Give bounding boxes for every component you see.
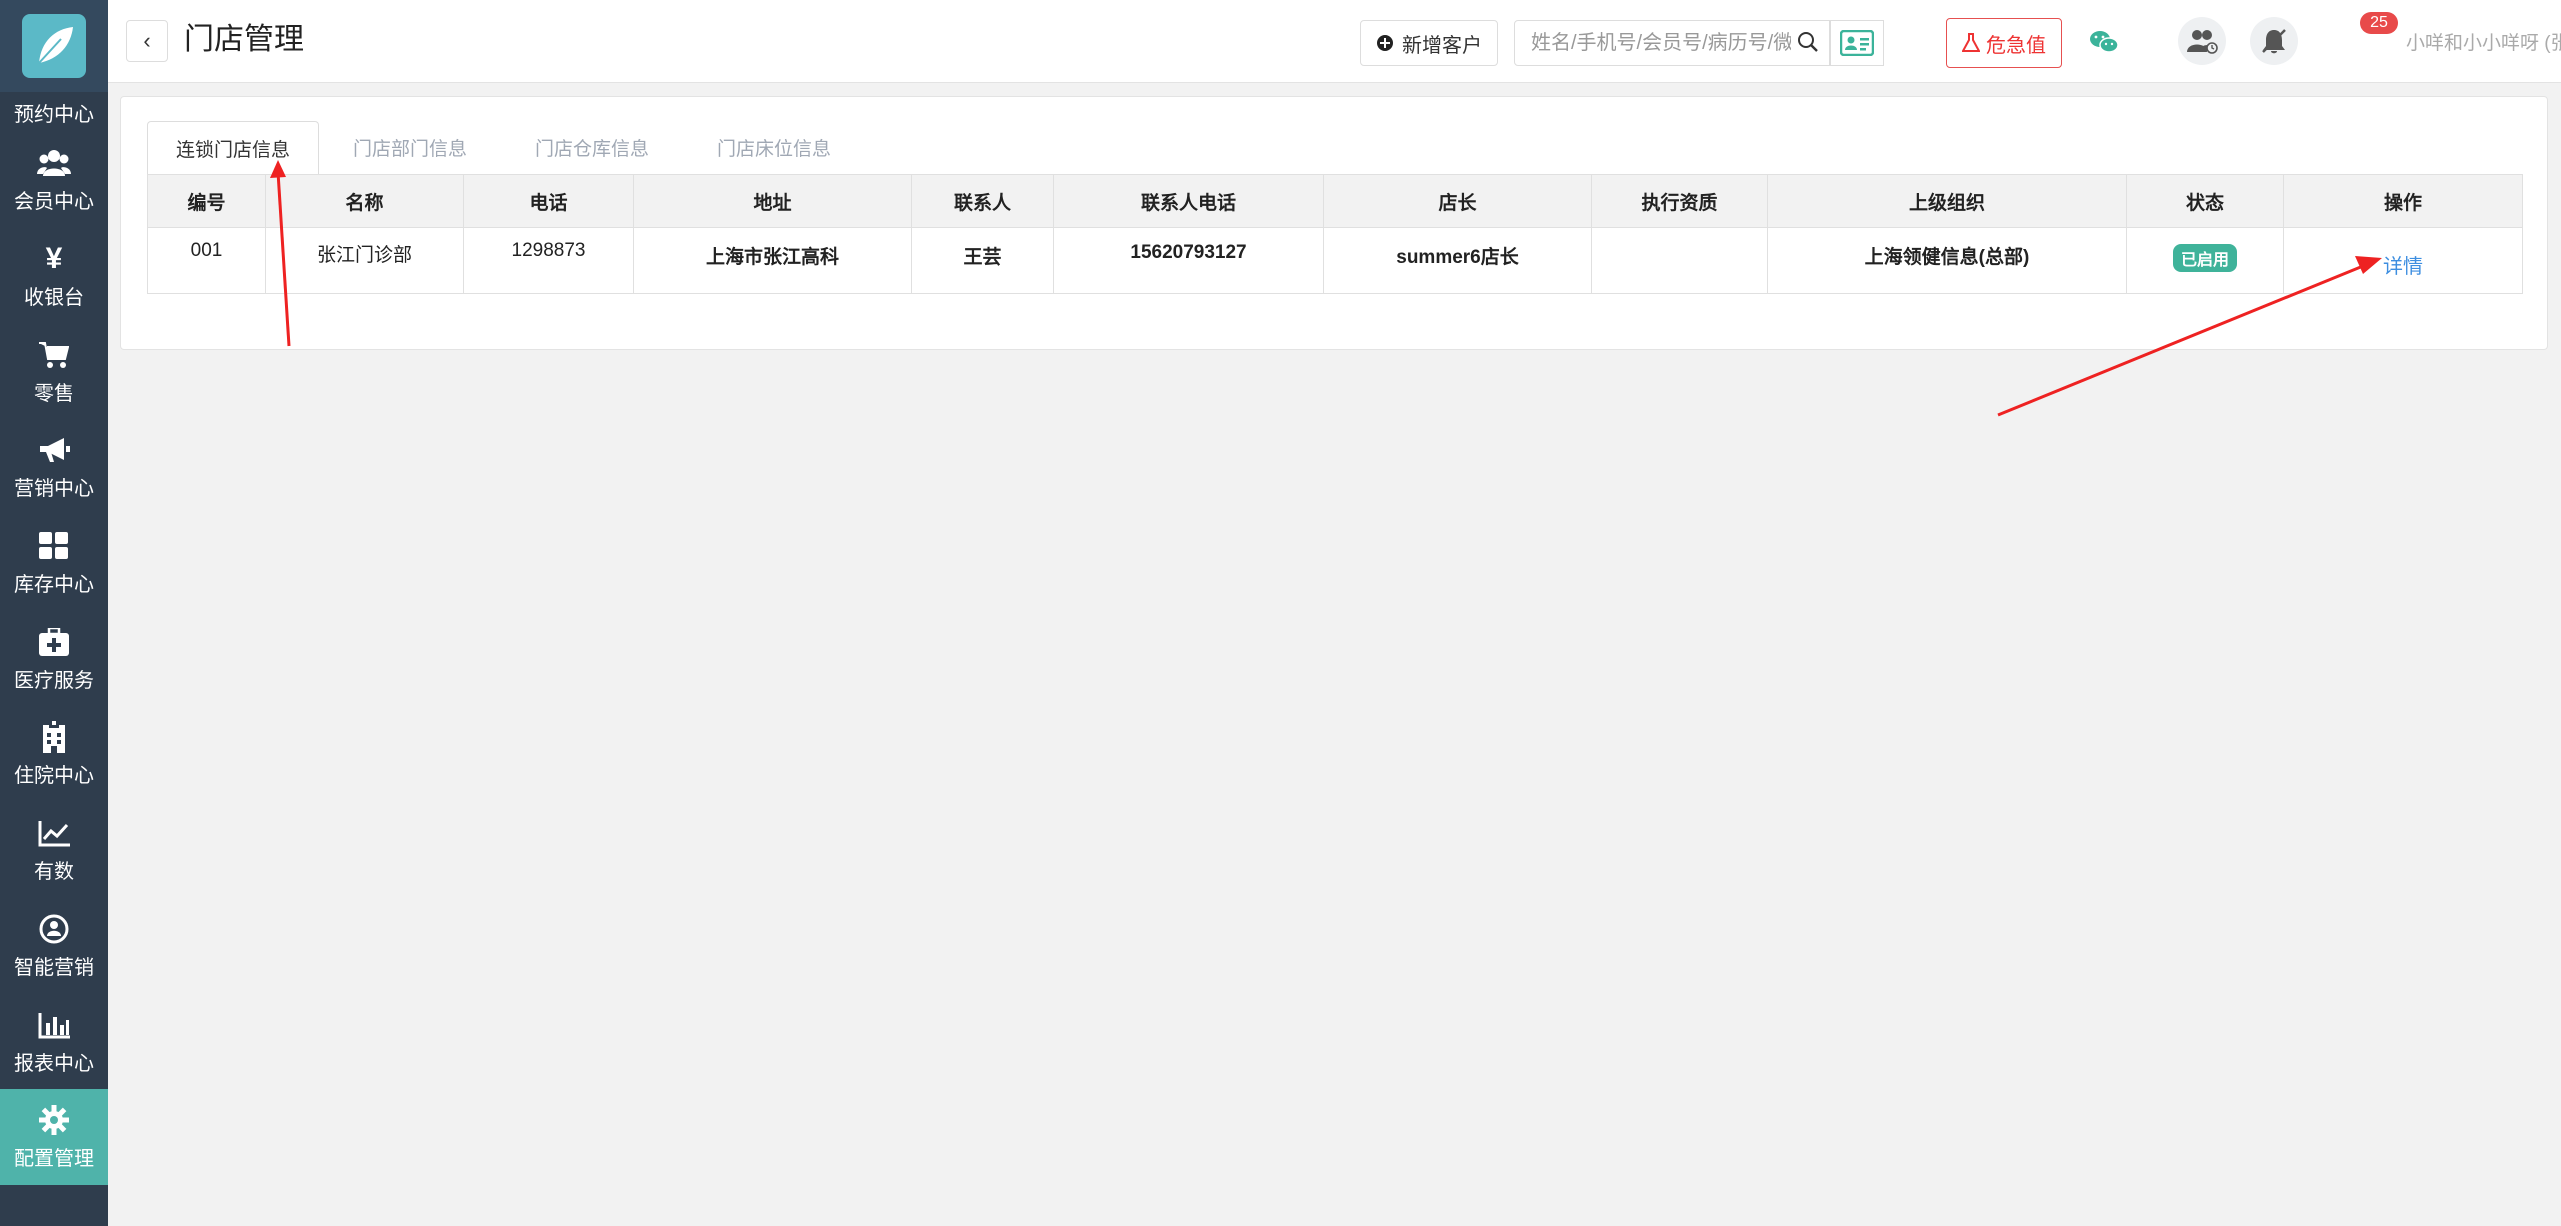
tab-store-bed-info[interactable]: 门店床位信息: [683, 121, 865, 173]
back-button[interactable]: ‹: [126, 20, 168, 62]
trend-icon: [36, 815, 72, 851]
column-header-actions[interactable]: 操作: [2283, 174, 2523, 228]
yen-icon: ¥: [45, 242, 63, 276]
sidebar-item-settings[interactable]: 配置管理: [0, 1088, 108, 1185]
column-header-parent-org[interactable]: 上级组织: [1767, 174, 2127, 228]
sidebar-item-appointments[interactable]: 预约中心: [0, 92, 108, 128]
sidebar-item-medical[interactable]: 医疗服务: [0, 610, 108, 706]
grid-icon: [36, 528, 72, 564]
sidebar-item-inpatient[interactable]: 住院中心: [0, 706, 108, 802]
plus-circle-icon: [1377, 35, 1393, 51]
cart-icon: [36, 337, 72, 373]
table-row[interactable]: 001 张江门诊部 1298873 上海市张江高科 王芸 15620793127…: [147, 227, 2523, 294]
flask-icon: [1962, 33, 1980, 52]
customer-search: [1514, 20, 1830, 66]
add-customer-label: 新增客户: [1402, 34, 1482, 57]
top-header: ‹ 门店管理 新增客户 危急值 25 小咩和小小咩呀 (张江门诊部) ▾: [108, 0, 2561, 83]
current-user[interactable]: 小咩和小小咩呀 (张江门诊部): [2406, 28, 2561, 55]
cell-address: 上海市张江高科: [633, 227, 912, 294]
gear-icon: [36, 1102, 72, 1138]
tab-store-department-info[interactable]: 门店部门信息: [319, 121, 501, 173]
cell-name: 张江门诊部: [265, 227, 464, 294]
megaphone-icon: [36, 432, 72, 468]
cell-phone: 1298873: [463, 227, 634, 294]
store-management-panel: 连锁门店信息 门店部门信息 门店仓库信息 门店床位信息 编号 名称 电话 地址 …: [120, 96, 2548, 350]
sidebar-item-members[interactable]: 会员中心: [0, 132, 108, 228]
column-header-status[interactable]: 状态: [2126, 174, 2284, 228]
members-icon: [36, 145, 72, 181]
tab-chain-store-info[interactable]: 连锁门店信息: [147, 121, 320, 174]
bar-chart-icon: [36, 1007, 72, 1043]
search-input[interactable]: [1515, 30, 1793, 56]
sidebar-item-inventory[interactable]: 库存中心: [0, 515, 108, 611]
column-header-address[interactable]: 地址: [633, 174, 912, 228]
sidebar-item-retail[interactable]: 零售: [0, 323, 108, 419]
id-card-icon: [1840, 30, 1874, 56]
column-header-phone[interactable]: 电话: [463, 174, 634, 228]
critical-value-label: 危急值: [1986, 34, 2046, 57]
cell-contact-phone: 15620793127: [1053, 227, 1324, 294]
detail-link[interactable]: 详情: [2383, 250, 2423, 279]
table-header-row: 编号 名称 电话 地址 联系人 联系人电话 店长 执行资质 上级组织 状态 操作: [147, 174, 2523, 228]
sidebar-item-cashier[interactable]: ¥ 收银台: [0, 228, 108, 324]
column-header-id[interactable]: 编号: [147, 174, 266, 228]
cell-id: 001: [147, 227, 266, 294]
column-header-qualification[interactable]: 执行资质: [1591, 174, 1768, 228]
leaf-logo-icon: [22, 14, 86, 78]
cell-actions: 详情: [2283, 227, 2523, 294]
cell-status: 已启用: [2126, 227, 2284, 294]
search-icon[interactable]: [1797, 31, 1819, 58]
add-customer-button[interactable]: 新增客户: [1360, 20, 1498, 66]
sidebar-item-reports[interactable]: 报表中心: [0, 993, 108, 1089]
cell-contact: 王芸: [911, 227, 1054, 294]
id-card-reader-button[interactable]: [1830, 20, 1884, 66]
column-header-manager[interactable]: 店长: [1323, 174, 1592, 228]
sidebar: 预约中心 会员中心 ¥ 收银台 零售 营销中心 库存中心 医疗服务 住院中心 有…: [0, 0, 108, 1226]
notification-bell-icon[interactable]: [2250, 17, 2298, 65]
critical-value-button[interactable]: 危急值: [1946, 18, 2062, 68]
notification-count-badge: 25: [2360, 12, 2398, 34]
status-badge: 已启用: [2172, 244, 2237, 272]
tab-bar: 连锁门店信息 门店部门信息 门店仓库信息 门店床位信息: [147, 121, 865, 174]
cell-manager: summer6店长: [1323, 227, 1592, 294]
medkit-icon: [36, 624, 72, 660]
cell-parent-org: 上海领健信息(总部): [1767, 227, 2127, 294]
sidebar-nav: 会员中心 ¥ 收银台 零售 营销中心 库存中心 医疗服务 住院中心 有数 智能营…: [0, 132, 108, 1185]
hospital-icon: [36, 719, 72, 755]
sidebar-item-analytics[interactable]: 有数: [0, 802, 108, 898]
app-logo[interactable]: [0, 0, 108, 92]
sidebar-item-smart-marketing[interactable]: 智能营销: [0, 898, 108, 994]
store-table: 编号 名称 电话 地址 联系人 联系人电话 店长 执行资质 上级组织 状态 操作…: [147, 174, 2523, 294]
column-header-contact-phone[interactable]: 联系人电话: [1053, 174, 1324, 228]
column-header-contact[interactable]: 联系人: [911, 174, 1054, 228]
tab-store-warehouse-info[interactable]: 门店仓库信息: [501, 121, 683, 173]
wechat-icon[interactable]: [2084, 22, 2124, 62]
smart-marketing-icon: [36, 911, 72, 947]
column-header-name[interactable]: 名称: [265, 174, 464, 228]
page-title: 门店管理: [184, 23, 304, 56]
user-group-icon[interactable]: [2178, 17, 2226, 65]
sidebar-item-marketing[interactable]: 营销中心: [0, 419, 108, 515]
cell-qualification: [1591, 227, 1768, 294]
sidebar-item-label: 预约中心: [14, 104, 94, 126]
